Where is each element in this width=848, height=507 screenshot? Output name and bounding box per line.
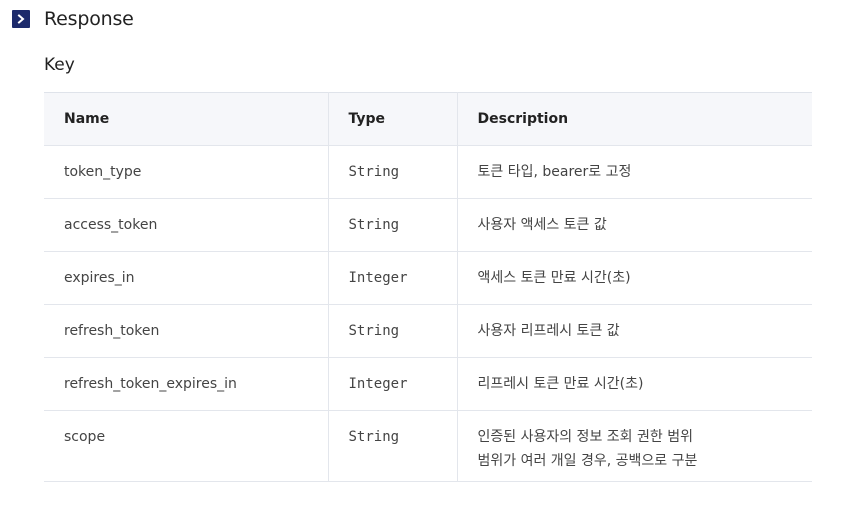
description-cell: 사용자 액세스 토큰 값 bbox=[456, 198, 812, 252]
column-header-name: Name bbox=[44, 92, 328, 146]
response-key-table: Name Type Description token_type String … bbox=[44, 92, 812, 482]
name-cell: refresh_token_expires_in bbox=[44, 357, 328, 411]
chevron-right-icon bbox=[12, 10, 30, 28]
subsection-title: Key bbox=[44, 55, 75, 75]
description-cell: 액세스 토큰 만료 시간(초) bbox=[456, 251, 812, 305]
table-row: access_token String 사용자 액세스 토큰 값 bbox=[44, 198, 812, 252]
description-cell: 인증된 사용자의 정보 조회 권한 범위 범위가 여러 개일 경우, 공백으로 … bbox=[456, 410, 812, 482]
description-cell: 사용자 리프레시 토큰 값 bbox=[456, 304, 812, 358]
description-line: 액세스 토큰 만료 시간(초) bbox=[477, 270, 631, 286]
table-header-row: Name Type Description bbox=[44, 92, 812, 146]
description-line: 리프레시 토큰 만료 시간(초) bbox=[477, 376, 644, 392]
table-row: scope String 인증된 사용자의 정보 조회 권한 범위 범위가 여러… bbox=[44, 410, 812, 482]
column-header-type: Type bbox=[327, 92, 457, 146]
description-cell: 리프레시 토큰 만료 시간(초) bbox=[456, 357, 812, 411]
type-cell: Integer bbox=[327, 251, 457, 305]
section-title: Response bbox=[44, 8, 134, 30]
name-cell: expires_in bbox=[44, 251, 328, 305]
table-row: expires_in Integer 액세스 토큰 만료 시간(초) bbox=[44, 251, 812, 305]
type-cell: String bbox=[327, 410, 457, 482]
section-header: Response bbox=[12, 8, 134, 30]
type-cell: String bbox=[327, 198, 457, 252]
type-cell: Integer bbox=[327, 357, 457, 411]
name-cell: scope bbox=[44, 410, 328, 482]
table-row: refresh_token_expires_in Integer 리프레시 토큰… bbox=[44, 357, 812, 411]
name-cell: token_type bbox=[44, 145, 328, 199]
description-cell: 토큰 타입, bearer로 고정 bbox=[456, 145, 812, 199]
column-header-description: Description bbox=[456, 92, 812, 146]
table-row: token_type String 토큰 타입, bearer로 고정 bbox=[44, 145, 812, 199]
description-line: 범위가 여러 개일 경우, 공백으로 구분 bbox=[477, 453, 698, 469]
name-cell: access_token bbox=[44, 198, 328, 252]
name-cell: refresh_token bbox=[44, 304, 328, 358]
description-line: 사용자 액세스 토큰 값 bbox=[477, 217, 607, 233]
description-line: 인증된 사용자의 정보 조회 권한 범위 bbox=[477, 429, 693, 445]
description-line: 사용자 리프레시 토큰 값 bbox=[477, 323, 620, 339]
type-cell: String bbox=[327, 145, 457, 199]
description-line: 토큰 타입, bearer로 고정 bbox=[477, 164, 632, 180]
table-row: refresh_token String 사용자 리프레시 토큰 값 bbox=[44, 304, 812, 358]
type-cell: String bbox=[327, 304, 457, 358]
